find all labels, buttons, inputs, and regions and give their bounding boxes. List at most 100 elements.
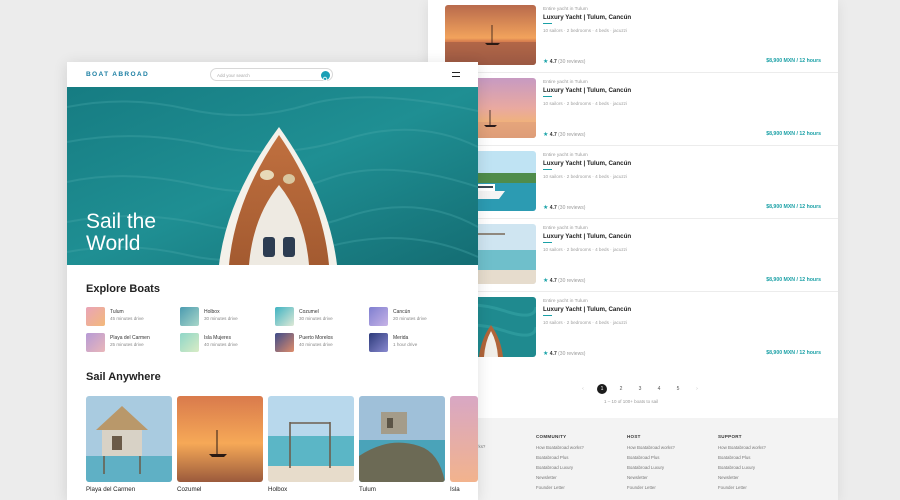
footer-link[interactable]: Boatabroad Luxury <box>718 465 766 470</box>
destination-drive-time: 20 minutes drive <box>393 316 427 321</box>
footer-link[interactable]: Founder Letter <box>536 485 584 490</box>
card-label[interactable]: Holbox <box>268 486 287 493</box>
accent-divider <box>543 23 552 24</box>
search-button[interactable] <box>321 70 330 82</box>
destination-drive-time: 40 minutes drive <box>204 342 238 347</box>
destination-drive-time: 1 hour drive <box>393 342 418 347</box>
footer-link[interactable]: Boatabroad Luxury <box>536 465 584 470</box>
hamburger-menu-icon[interactable] <box>452 72 460 77</box>
page-button-1[interactable]: 1 <box>597 384 607 394</box>
footer-link[interactable]: Newsletter <box>536 475 584 480</box>
destination-thumbnail <box>86 333 105 352</box>
footer-link[interactable]: Boatabroad Plus <box>718 455 766 460</box>
listing-title[interactable]: Luxury Yacht | Tulum, Cancún <box>543 306 631 313</box>
footer-link[interactable]: Newsletter <box>627 475 675 480</box>
destination-card-image[interactable] <box>268 396 354 482</box>
listing-rating: ★ 4.7 (30 reviews) <box>543 277 585 284</box>
sail-anywhere-heading: Sail Anywhere <box>86 371 161 383</box>
listing-image[interactable] <box>445 5 536 65</box>
card-label[interactable]: Playa del Carmen <box>86 486 135 493</box>
destination-name: Cancún <box>393 309 411 315</box>
rating-value: 4.7 <box>549 278 557 284</box>
listings-window: Entire yacht in Tulum Luxury Yacht | Tul… <box>428 0 838 500</box>
destination-name: Merida <box>393 335 409 341</box>
footer-link[interactable]: Newsletter <box>718 475 766 480</box>
footer-heading: SUPPORT <box>718 434 742 439</box>
star-icon: ★ <box>543 351 549 357</box>
destination-thumbnail <box>275 333 294 352</box>
destination-thumbnail <box>369 333 388 352</box>
listing-price: $8,900 MXN / 12 hours <box>766 131 821 137</box>
destination-item[interactable]: Tulum 45 minutes drive <box>86 307 176 327</box>
destination-item[interactable]: Holbox 30 minutes drive <box>180 307 270 327</box>
destination-card-image[interactable] <box>450 396 478 482</box>
footer-link[interactable]: Boatabroad Plus <box>536 455 584 460</box>
search-input[interactable] <box>217 70 317 80</box>
destination-item[interactable]: Cozumel 30 minutes drive <box>275 307 365 327</box>
footer-link[interactable]: Boatabroad Plus <box>627 455 675 460</box>
listing-subtitle: Entire yacht in Tulum <box>543 80 588 85</box>
destination-card-image[interactable] <box>359 396 445 482</box>
homepage-window: BOAT ABROAD Add your search Sail the Wor… <box>67 62 478 500</box>
destination-item[interactable]: Playa del Carmen 25 minutes drive <box>86 333 176 353</box>
listing-specs: 10 sailors · 2 bedrooms · 4 beds · jacuz… <box>543 174 627 179</box>
listing-card[interactable]: Entire yacht in Tulum Luxury Yacht | Tul… <box>428 0 838 73</box>
destination-thumbnail <box>275 307 294 326</box>
destination-name: Cozumel <box>299 309 319 315</box>
review-count: (30 reviews) <box>558 205 586 211</box>
footer-link[interactable]: Founder Letter <box>627 485 675 490</box>
footer-link[interactable]: How Boatabroad works? <box>627 445 675 450</box>
star-icon: ★ <box>543 132 549 138</box>
footer-link[interactable]: Boatabroad Luxury <box>627 465 675 470</box>
listing-title[interactable]: Luxury Yacht | Tulum, Cancún <box>543 14 631 21</box>
rating-value: 4.7 <box>549 351 557 357</box>
rating-value: 4.7 <box>549 205 557 211</box>
destination-card-image[interactable] <box>177 396 263 482</box>
destination-thumbnail <box>180 333 199 352</box>
page-button-5[interactable]: 5 <box>673 384 683 394</box>
hero-title: Sail the World <box>86 210 157 255</box>
destination-thumbnail <box>86 307 105 326</box>
search-icon <box>322 76 329 82</box>
destination-item[interactable]: Isla Mujeres 40 minutes drive <box>180 333 270 353</box>
footer-link[interactable]: Founder Letter <box>718 485 766 490</box>
brand-logo[interactable]: BOAT ABROAD <box>86 71 149 78</box>
footer-heading: HOST <box>627 434 641 439</box>
card-label[interactable]: Tulum <box>359 486 376 493</box>
accent-divider <box>543 96 552 97</box>
destination-name: Puerto Morelos <box>299 335 333 341</box>
footer-column-support: SUPPORT How Boatabroad works? Boatabroad… <box>718 434 766 495</box>
listing-card[interactable]: Entire yacht in Tulum Luxury Yacht | Tul… <box>428 219 838 292</box>
page-button-4[interactable]: 4 <box>654 384 664 394</box>
listing-rating: ★ 4.7 (30 reviews) <box>543 131 585 138</box>
destination-card-image[interactable] <box>86 396 172 482</box>
next-page-button[interactable]: › <box>692 384 702 394</box>
listing-rating: ★ 4.7 (30 reviews) <box>543 350 585 357</box>
prev-page-button[interactable]: ‹ <box>578 384 588 394</box>
listing-title[interactable]: Luxury Yacht | Tulum, Cancún <box>543 160 631 167</box>
footer-link[interactable]: How Boatabroad works? <box>536 445 584 450</box>
top-navigation: BOAT ABROAD <box>67 62 478 87</box>
listing-specs: 10 sailors · 2 bedrooms · 4 beds · jacuz… <box>543 247 627 252</box>
page-button-2[interactable]: 2 <box>616 384 626 394</box>
star-icon: ★ <box>543 59 549 65</box>
listing-card[interactable]: Entire yacht in Tulum Luxury Yacht | Tul… <box>428 146 838 219</box>
destination-item[interactable]: Puerto Morelos 40 minutes drive <box>275 333 365 353</box>
destination-item[interactable]: Cancún 20 minutes drive <box>369 307 459 327</box>
listing-title[interactable]: Luxury Yacht | Tulum, Cancún <box>543 87 631 94</box>
destination-drive-time: 30 minutes drive <box>204 316 238 321</box>
footer-column-host: HOST How Boatabroad works? Boatabroad Pl… <box>627 434 675 495</box>
destination-item[interactable]: Merida 1 hour drive <box>369 333 459 353</box>
explore-heading: Explore Boats <box>86 283 160 295</box>
listing-title[interactable]: Luxury Yacht | Tulum, Cancún <box>543 233 631 240</box>
listing-rating: ★ 4.7 (30 reviews) <box>543 204 585 211</box>
listing-card[interactable]: Entire yacht in Tulum Luxury Yacht | Tul… <box>428 73 838 146</box>
page-button-3[interactable]: 3 <box>635 384 645 394</box>
listing-price: $8,900 MXN / 12 hours <box>766 350 821 356</box>
listing-card[interactable]: Entire yacht in Tulum Luxury Yacht | Tul… <box>428 292 838 365</box>
footer-link[interactable]: How Boatabroad works? <box>718 445 766 450</box>
review-count: (30 reviews) <box>558 59 586 65</box>
card-label[interactable]: Isla <box>450 486 460 493</box>
accent-divider <box>543 169 552 170</box>
card-label[interactable]: Cozumel <box>177 486 201 493</box>
